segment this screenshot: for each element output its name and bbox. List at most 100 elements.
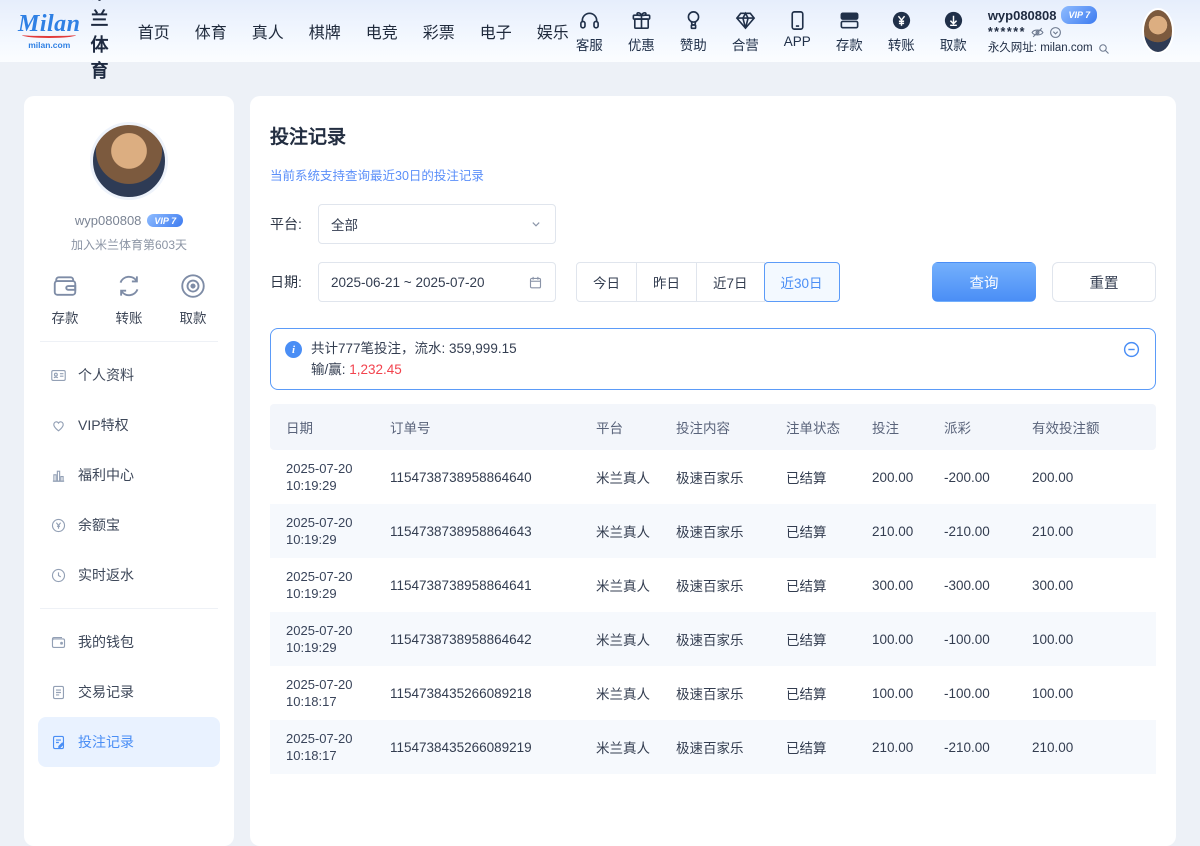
cell-status: 已结算 [778, 558, 864, 612]
range-30days-button[interactable]: 近30日 [764, 262, 840, 302]
quicklink-deposit[interactable]: 存款 [829, 9, 870, 54]
reset-button[interactable]: 重置 [1052, 262, 1156, 302]
eye-off-icon[interactable] [1031, 26, 1044, 39]
wallet-icon [50, 634, 67, 651]
refresh-balance-icon[interactable] [1049, 26, 1062, 39]
quicklink-app[interactable]: APP [777, 9, 818, 54]
cell-content: 极速百家乐 [668, 558, 778, 612]
cell-payout: -210.00 [936, 504, 1024, 558]
coin-icon [50, 517, 67, 534]
nav-entertainment[interactable]: 娱乐 [537, 19, 569, 43]
cell-datetime: 2025-07-2010:19:29 [270, 504, 382, 558]
join-days-text: 加入米兰体育第603天 [38, 236, 220, 253]
action-deposit[interactable]: 存款 [50, 271, 80, 327]
withdraw-icon [942, 9, 965, 32]
brand-swoosh [22, 32, 76, 38]
bet-table-body: 2025-07-2010:19:291154738738958864640米兰真… [270, 450, 1156, 774]
date-range-presets: 今日 昨日 近7日 近30日 [576, 262, 840, 302]
clock-icon [50, 567, 67, 584]
col-date: 日期 [270, 404, 382, 450]
range-yesterday-button[interactable]: 昨日 [636, 262, 697, 302]
target-withdraw-icon [178, 271, 208, 301]
cell-status: 已结算 [778, 666, 864, 720]
date-range-input[interactable]: 2025-06-21 ~ 2025-07-20 [318, 262, 556, 302]
bet-records-panel: 投注记录 当前系统支持查询最近30日的投注记录 平台: 全部 日期: 2025-… [250, 96, 1176, 846]
nav-live[interactable]: 真人 [252, 19, 284, 43]
nav-lottery[interactable]: 彩票 [423, 19, 455, 43]
phone-icon [786, 9, 809, 32]
cell-platform: 米兰真人 [588, 720, 668, 774]
page-title: 投注记录 [270, 122, 1156, 149]
quicklink-sponsor[interactable]: 赞助 [673, 9, 714, 54]
cell-status: 已结算 [778, 720, 864, 774]
heart-icon [50, 417, 67, 434]
summary-totals: 共计777笔投注，流水: 359,999.15 [311, 338, 517, 359]
quicklink-promos[interactable]: 优惠 [621, 9, 662, 54]
sidebar-item-rebate[interactable]: 实时返水 [38, 550, 220, 600]
cell-platform: 米兰真人 [588, 612, 668, 666]
col-content: 投注内容 [668, 404, 778, 450]
sidebar-avatar[interactable] [90, 122, 168, 200]
quicklink-support[interactable]: 客服 [569, 9, 610, 54]
sidebar-item-wallet[interactable]: 我的钱包 [38, 617, 220, 667]
cell-bet: 100.00 [864, 612, 936, 666]
table-row: 2025-07-2010:18:171154738435266089218米兰真… [270, 666, 1156, 720]
cell-datetime: 2025-07-2010:19:29 [270, 612, 382, 666]
query-button[interactable]: 查询 [932, 262, 1036, 302]
sidebar-username: wyp080808 [75, 213, 142, 228]
cell-datetime: 2025-07-2010:19:29 [270, 558, 382, 612]
cell-bet: 100.00 [864, 666, 936, 720]
cell-payout: -300.00 [936, 558, 1024, 612]
exchange-icon [114, 271, 144, 301]
sidebar-item-yuebao[interactable]: 余额宝 [38, 500, 220, 550]
table-header-row: 日期 订单号 平台 投注内容 注单状态 投注 派彩 有效投注额 [270, 404, 1156, 450]
cell-datetime: 2025-07-2010:19:29 [270, 450, 382, 504]
sidebar-item-vip[interactable]: VIP特权 [38, 400, 220, 450]
sidebar-item-profile[interactable]: 个人资料 [38, 350, 220, 400]
nav-esports[interactable]: 电竞 [366, 19, 398, 43]
gift-icon [630, 9, 653, 32]
quicklink-withdraw[interactable]: 取款 [933, 9, 974, 54]
winloss-value: 1,232.45 [349, 362, 402, 377]
nav-cards[interactable]: 棋牌 [309, 19, 341, 43]
nav-slots[interactable]: 电子 [480, 19, 512, 43]
cell-content: 极速百家乐 [668, 612, 778, 666]
cell-platform: 米兰真人 [588, 504, 668, 558]
topbar-quick-links: 客服 优惠 赞助 合营 [569, 9, 974, 54]
sidebar-divider [40, 608, 218, 609]
cell-bet: 210.00 [864, 720, 936, 774]
platform-select[interactable]: 全部 [318, 204, 556, 244]
action-withdraw[interactable]: 取款 [178, 271, 208, 327]
collapse-summary-icon[interactable] [1122, 340, 1141, 359]
action-transfer[interactable]: 转账 [114, 271, 144, 327]
cell-valid-bet: 200.00 [1024, 450, 1156, 504]
nav-home[interactable]: 首页 [138, 19, 170, 43]
magnifier-icon[interactable] [1098, 43, 1110, 55]
col-order-no: 订单号 [382, 404, 588, 450]
sidebar-item-bet-records[interactable]: 投注记录 [38, 717, 220, 767]
brand-domain: milan.com [28, 40, 70, 50]
quicklink-transfer[interactable]: 转账 [881, 9, 922, 54]
user-avatar[interactable] [1142, 8, 1174, 54]
headset-icon [578, 9, 601, 32]
sidebar-item-transactions[interactable]: 交易记录 [38, 667, 220, 717]
bar-chart-icon [50, 467, 67, 484]
sidebar-item-welfare[interactable]: 福利中心 [38, 450, 220, 500]
cell-datetime: 2025-07-2010:18:17 [270, 666, 382, 720]
transfer-icon [890, 9, 913, 32]
permanent-url: 永久网址: milan.com [988, 41, 1093, 56]
cell-content: 极速百家乐 [668, 450, 778, 504]
calendar-icon [528, 275, 543, 290]
range-7days-button[interactable]: 近7日 [696, 262, 765, 302]
cell-order-no: 1154738738958864642 [382, 612, 588, 666]
cell-platform: 米兰真人 [588, 558, 668, 612]
page-layout: wyp080808 VIP 7 加入米兰体育第603天 存款 转账 [0, 62, 1200, 846]
cell-order-no: 1154738435266089218 [382, 666, 588, 720]
sidebar: wyp080808 VIP 7 加入米兰体育第603天 存款 转账 [24, 96, 234, 846]
quicklink-partner[interactable]: 合营 [725, 9, 766, 54]
nav-sports[interactable]: 体育 [195, 19, 227, 43]
range-today-button[interactable]: 今日 [576, 262, 637, 302]
cell-content: 极速百家乐 [668, 666, 778, 720]
cell-valid-bet: 210.00 [1024, 504, 1156, 558]
brand-logo[interactable]: Milan milan.com 米兰体育 [18, 0, 118, 83]
